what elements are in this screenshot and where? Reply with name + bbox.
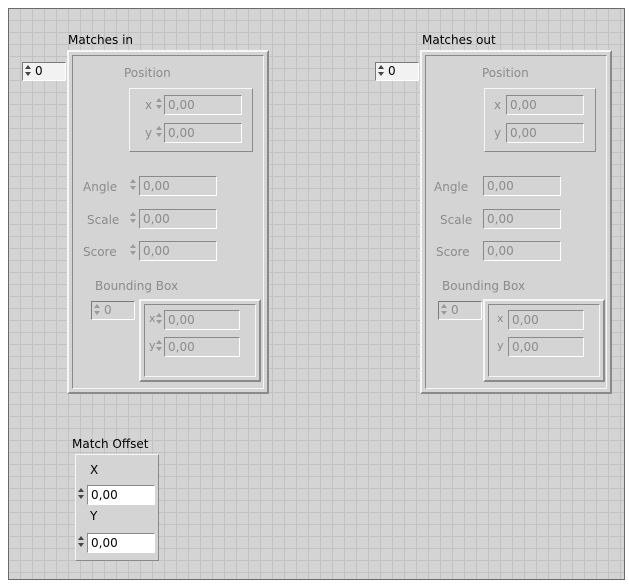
match-offset-y-label: Y — [90, 509, 98, 523]
bounding-box-cluster: x 0,00 y 0,00 — [488, 304, 600, 377]
matches-out-label: Matches out — [422, 33, 496, 47]
bounding-box-index-control: 0 — [91, 301, 135, 320]
match-offset-y-input[interactable]: 0,00 — [87, 533, 155, 553]
spin-arrows-icon — [441, 303, 448, 317]
bounding-box-label: Bounding Box — [442, 279, 526, 293]
score-label: Score — [436, 245, 470, 259]
position-label: Position — [482, 66, 529, 80]
position-label: Position — [124, 66, 171, 80]
scale-field: 0,00 — [139, 209, 217, 229]
spin-arrows-icon — [130, 178, 137, 192]
matches-out-index-control[interactable]: 0 — [375, 62, 419, 81]
angle-label: Angle — [434, 180, 469, 194]
bounding-box-y-label: y — [149, 339, 156, 352]
spin-arrows-icon[interactable] — [25, 64, 32, 78]
matches-in-array-frame: Position x 0,00 y 0,00 Angle 0,00 Scale … — [67, 50, 269, 394]
scale-field: 0,00 — [483, 209, 561, 229]
score-label: Score — [83, 245, 117, 259]
position-y-label: y — [145, 126, 153, 140]
position-cluster: x 0,00 y 0,00 — [129, 88, 253, 152]
spin-arrows-icon — [156, 97, 163, 111]
match-offset-label: Match Offset — [72, 437, 149, 451]
bounding-box-y-field: 0,00 — [508, 337, 584, 357]
spin-arrows-icon[interactable] — [78, 535, 85, 549]
spin-arrows-icon — [156, 339, 163, 353]
bounding-box-x-label: x — [497, 312, 504, 325]
matches-out-array-frame: Position x 0,00 y 0,00 Angle 0,00 Scale … — [420, 50, 612, 394]
spin-arrows-icon — [156, 312, 163, 326]
match-offset-x-label: X — [90, 463, 99, 477]
spin-arrows-icon — [130, 243, 137, 257]
angle-label: Angle — [83, 180, 118, 194]
front-panel: Matches in 0 Position x 0,00 y 0,00 Angl… — [8, 8, 625, 580]
bounding-box-label: Bounding Box — [95, 279, 179, 293]
position-y-field: 0,00 — [164, 123, 242, 143]
matches-in-cluster: Position x 0,00 y 0,00 Angle 0,00 Scale … — [72, 55, 264, 389]
position-x-field: 0,00 — [164, 95, 242, 115]
position-x-field: 0,00 — [506, 95, 584, 115]
position-y-label: y — [494, 126, 502, 140]
scale-label: Scale — [87, 213, 120, 227]
spin-arrows-icon — [94, 303, 101, 317]
position-x-label: x — [145, 98, 153, 112]
match-offset-cluster: X 0,00 Y 0,00 — [75, 454, 159, 561]
spin-arrows-icon[interactable] — [78, 487, 85, 501]
scale-label: Scale — [440, 213, 473, 227]
matches-in-label: Matches in — [68, 33, 134, 47]
angle-field: 0,00 — [483, 176, 561, 196]
bounding-box-cluster: x 0,00 y 0,00 — [144, 304, 256, 377]
angle-field: 0,00 — [139, 176, 217, 196]
bounding-box-y-label: y — [497, 339, 504, 352]
bounding-box-array-frame: x 0,00 y 0,00 — [139, 299, 261, 382]
position-x-label: x — [494, 98, 502, 112]
spin-arrows-icon — [156, 125, 163, 139]
score-field: 0,00 — [139, 241, 217, 261]
position-y-field: 0,00 — [506, 123, 584, 143]
bounding-box-x-field: 0,00 — [164, 310, 240, 330]
spin-arrows-icon[interactable] — [378, 64, 385, 78]
bounding-box-index-control: 0 — [438, 301, 482, 320]
matches-out-cluster: Position x 0,00 y 0,00 Angle 0,00 Scale … — [425, 55, 607, 389]
bounding-box-x-field: 0,00 — [508, 310, 584, 330]
bounding-box-array-frame: x 0,00 y 0,00 — [483, 299, 605, 382]
bounding-box-x-label: x — [149, 312, 156, 325]
spin-arrows-icon — [130, 211, 137, 225]
score-field: 0,00 — [483, 241, 561, 261]
matches-in-index-control[interactable]: 0 — [22, 62, 66, 81]
bounding-box-y-field: 0,00 — [164, 337, 240, 357]
position-cluster: x 0,00 y 0,00 — [484, 88, 596, 152]
match-offset-x-input[interactable]: 0,00 — [87, 485, 155, 505]
